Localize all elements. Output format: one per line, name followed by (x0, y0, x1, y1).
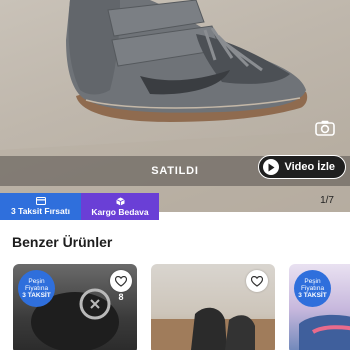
similar-product-card[interactable]: Peşin Fiyatına 3 TAKSİT (289, 264, 350, 350)
watch-video-button[interactable]: Video İzle (258, 155, 346, 179)
listing-badges: 3 Taksit Fırsatı Kargo Bedava (0, 193, 159, 220)
sold-label: SATILDI (151, 165, 199, 177)
card-icon (35, 197, 46, 205)
box-icon (115, 197, 125, 205)
installment-badge: 3 Taksit Fırsatı (0, 193, 81, 220)
heart-icon[interactable] (246, 270, 268, 292)
installment-label: 3 Taksit Fırsatı (11, 206, 70, 216)
image-counter: 1/7 (320, 195, 334, 206)
watch-video-label: Video İzle (284, 161, 335, 173)
camera-icon[interactable] (310, 114, 340, 142)
similar-product-card[interactable]: Peşin Fiyatına 3 TAKSİT 8 (13, 264, 137, 350)
heart-icon[interactable] (110, 270, 132, 292)
free-shipping-badge: Kargo Bedava (81, 193, 159, 220)
installment-price-badge: Peşin Fiyatına 3 TAKSİT (294, 270, 331, 307)
favorite-count: 8 (118, 292, 124, 302)
similar-products-title: Benzer Ürünler (12, 234, 113, 250)
installment-price-badge: Peşin Fiyatına 3 TAKSİT (18, 270, 55, 307)
free-shipping-label: Kargo Bedava (91, 206, 149, 217)
similar-product-card[interactable] (151, 264, 275, 350)
play-icon (263, 159, 280, 175)
